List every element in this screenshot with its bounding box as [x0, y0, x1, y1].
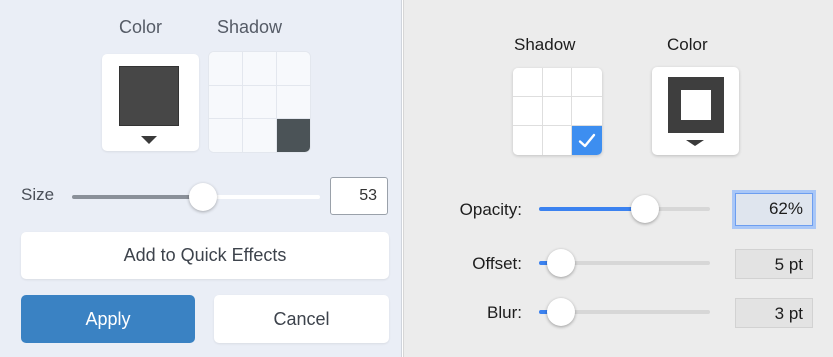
color-swatch — [119, 66, 179, 126]
shadow-cell[interactable] — [542, 97, 573, 126]
shadow-cell-selected[interactable] — [572, 126, 602, 155]
shadow-cell[interactable] — [242, 118, 277, 152]
opacity-label: Opacity: — [459, 200, 522, 219]
offset-slider[interactable] — [539, 249, 710, 277]
shadow-cell[interactable] — [513, 68, 543, 97]
size-slider[interactable] — [72, 183, 320, 211]
right-shadow-panel: Shadow Color Opacity: 62% Offset: 5 pt B… — [403, 0, 833, 357]
left-effects-panel: Color Shadow Size 53 Add to Quick Effect… — [0, 0, 402, 357]
checkmark-icon — [578, 133, 596, 147]
dropdown-arrow-icon — [141, 136, 157, 144]
blur-field[interactable]: 3 pt — [735, 298, 813, 328]
shadow-cell[interactable] — [542, 126, 573, 155]
shadow-cell[interactable] — [209, 118, 243, 152]
color-picker-button[interactable] — [652, 67, 739, 155]
size-label: Size — [21, 185, 55, 204]
shadow-cell[interactable] — [513, 126, 543, 155]
shadow-label: Shadow — [514, 35, 576, 54]
color-picker-button[interactable] — [102, 54, 199, 151]
shadow-label: Shadow — [217, 17, 283, 37]
cancel-button[interactable]: Cancel — [214, 295, 389, 343]
shadow-cell[interactable] — [242, 84, 277, 120]
blur-slider[interactable] — [539, 298, 710, 326]
offset-slider-knob[interactable] — [547, 249, 575, 277]
color-label: Color — [119, 17, 163, 37]
swatch-inner — [681, 90, 711, 120]
shadow-cell[interactable] — [542, 68, 573, 97]
shadow-position-grid — [513, 68, 602, 155]
shadow-direction-grid — [209, 52, 310, 152]
shadow-cell[interactable] — [242, 52, 277, 86]
shadow-cell[interactable] — [209, 52, 243, 86]
shadow-cell[interactable] — [513, 97, 543, 126]
size-slider-knob[interactable] — [189, 183, 218, 211]
shadow-cell[interactable] — [276, 84, 310, 120]
color-label: Color — [667, 35, 708, 54]
offset-label: Offset: — [472, 254, 522, 273]
shadow-cell[interactable] — [572, 97, 602, 126]
opacity-field[interactable]: 62% — [735, 193, 813, 226]
opacity-slider[interactable] — [539, 195, 710, 223]
color-swatch — [668, 77, 724, 133]
blur-label: Blur: — [487, 303, 522, 322]
apply-button[interactable]: Apply — [21, 295, 195, 343]
dropdown-arrow-icon — [686, 140, 704, 146]
offset-field[interactable]: 5 pt — [735, 249, 813, 279]
opacity-slider-fill — [539, 207, 646, 211]
shadow-cell[interactable] — [209, 84, 243, 120]
add-to-quick-effects-button[interactable]: Add to Quick Effects — [21, 232, 389, 279]
size-slider-fill — [72, 195, 204, 199]
opacity-slider-knob[interactable] — [631, 195, 660, 223]
shadow-cell-selected[interactable] — [276, 118, 310, 152]
size-input[interactable]: 53 — [330, 177, 388, 215]
shadow-cell[interactable] — [572, 68, 602, 97]
shadow-cell[interactable] — [276, 52, 310, 86]
blur-slider-knob[interactable] — [547, 298, 575, 326]
